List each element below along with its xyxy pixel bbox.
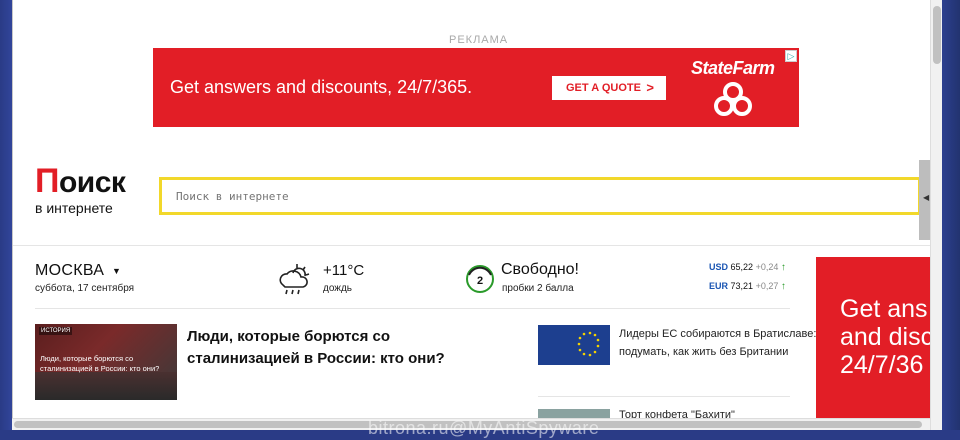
watermark: bitrona.ru@MyAntiSpyware bbox=[368, 418, 600, 438]
search-input[interactable] bbox=[162, 180, 918, 212]
ad-info-icon[interactable]: ▷ bbox=[785, 50, 797, 62]
promo-line: 24/7/36 bbox=[840, 351, 924, 379]
caret-down-icon[interactable]: ▼ bbox=[112, 266, 121, 276]
promo-line: and disc bbox=[840, 323, 934, 351]
currency-change: +0,24 bbox=[755, 262, 779, 272]
currency-code: USD bbox=[709, 262, 729, 272]
promo-ad[interactable]: Get ans and disc 24/7/36 bbox=[816, 257, 941, 419]
currency-change: +0,27 bbox=[755, 281, 779, 291]
logo-subtitle: в интернете bbox=[35, 200, 113, 216]
ad-banner[interactable]: Get answers and discounts, 24/7/365. GET… bbox=[153, 48, 799, 127]
get-quote-button[interactable]: GET A QUOTE > bbox=[552, 76, 666, 100]
desktop-background-left bbox=[0, 0, 12, 440]
traffic-status[interactable]: Свободно! bbox=[501, 261, 579, 279]
logo-rest: оиск bbox=[58, 166, 126, 199]
eu-flag-image[interactable] bbox=[538, 325, 610, 365]
vertical-scrollbar[interactable] bbox=[930, 0, 942, 430]
arrow-up-icon: ↑ bbox=[780, 262, 786, 273]
cloud-rain-sun-icon[interactable] bbox=[275, 261, 313, 297]
ad-brand: StateFarm bbox=[691, 58, 775, 78]
currency-value: 73,21 bbox=[730, 281, 754, 291]
traffic-level-icon[interactable]: 2 bbox=[465, 264, 495, 294]
current-date: суббота, 17 сентября bbox=[35, 283, 135, 294]
news-divider bbox=[538, 396, 790, 397]
traffic-description: пробки 2 балла bbox=[502, 283, 574, 294]
image-crowd bbox=[35, 372, 177, 400]
news-item-link[interactable]: Лидеры ЕС собираются в Братиславе: подум… bbox=[619, 325, 819, 361]
get-quote-label: GET A QUOTE bbox=[566, 82, 641, 94]
arrow-up-icon: ↑ bbox=[780, 281, 786, 292]
scrollbar-thumb[interactable] bbox=[933, 6, 941, 64]
logo-first-letter: П bbox=[35, 162, 59, 200]
currency-value: 65,22 bbox=[730, 262, 754, 272]
currency-code: EUR bbox=[709, 281, 729, 291]
image-caption: Люди, которые борются со сталинизацией в… bbox=[40, 354, 160, 373]
news-tag: ИСТОРИЯ bbox=[39, 327, 73, 335]
weather-description: дождь bbox=[323, 283, 353, 294]
search-box[interactable] bbox=[159, 177, 921, 215]
statefarm-logo-icon bbox=[714, 82, 752, 116]
main-news-image[interactable]: ИСТОРИЯ Люди, которые борются со сталини… bbox=[35, 324, 177, 400]
site-logo[interactable]: Поиск bbox=[35, 164, 126, 199]
browser-page: РЕКЛАМА Get answers and discounts, 24/7/… bbox=[12, 0, 942, 430]
city-selector[interactable]: МОСКВА bbox=[35, 262, 104, 280]
promo-line: Get ans bbox=[840, 295, 928, 323]
info-divider bbox=[35, 308, 790, 309]
main-news-title[interactable]: Люди, которые борются со сталинизацией в… bbox=[187, 326, 487, 370]
currency-usd[interactable]: USD 65,22 +0,24 ↑ bbox=[709, 262, 786, 273]
ad-text: Get answers and discounts, 24/7/365. bbox=[170, 77, 473, 97]
traffic-level-value: 2 bbox=[477, 275, 483, 287]
currency-eur[interactable]: EUR 73,21 +0,27 ↑ bbox=[709, 281, 786, 292]
ad-label: РЕКЛАМА bbox=[449, 34, 509, 46]
temperature[interactable]: +11°С bbox=[323, 262, 364, 279]
triangle-left-icon: ◀ bbox=[923, 193, 930, 202]
eu-stars-icon bbox=[577, 331, 600, 357]
desktop-background-right bbox=[942, 0, 960, 440]
chevron-right-icon: > bbox=[646, 80, 654, 95]
header-divider bbox=[13, 245, 931, 246]
